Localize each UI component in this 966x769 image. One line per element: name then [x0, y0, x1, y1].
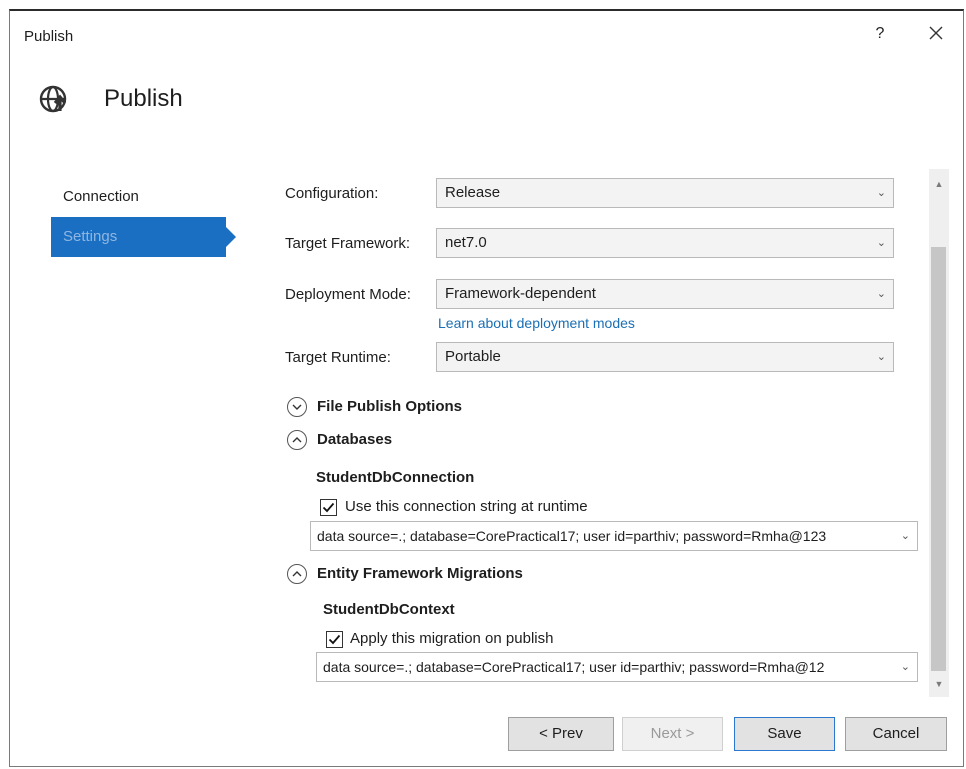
checkmark-icon — [322, 502, 335, 513]
sidebar-nav: Connection Settings — [51, 177, 236, 257]
target-runtime-select[interactable]: Portable ⌄ — [436, 342, 894, 372]
configuration-value: Release — [445, 184, 501, 201]
db-connection-string-value: data source=.; database=CorePractical17;… — [317, 528, 827, 544]
chevron-down-icon: ⌄ — [876, 351, 886, 363]
cancel-button[interactable]: Cancel — [845, 717, 947, 751]
file-publish-title[interactable]: File Publish Options — [317, 398, 462, 415]
use-connection-checkbox[interactable] — [320, 499, 337, 516]
file-publish-toggle[interactable] — [286, 396, 308, 418]
ef-connection-string-value: data source=.; database=CorePractical17;… — [323, 659, 825, 675]
chevron-down-icon: ⌄ — [900, 661, 910, 673]
chevron-down-circle-icon — [287, 397, 307, 417]
configuration-label: Configuration: — [285, 185, 379, 202]
target-framework-value: net7.0 — [445, 234, 487, 251]
title-bar: Publish ? — [10, 11, 963, 59]
db-context-name: StudentDbContext — [323, 601, 455, 618]
scroll-up-arrow-icon[interactable]: ▲ — [929, 179, 949, 189]
next-button[interactable]: Next > — [622, 717, 723, 751]
configuration-select[interactable]: Release ⌄ — [436, 178, 894, 208]
deployment-mode-value: Framework-dependent — [445, 285, 596, 302]
globe-publish-icon — [38, 81, 74, 117]
deployment-mode-select[interactable]: Framework-dependent ⌄ — [436, 279, 894, 309]
help-button[interactable]: ? — [870, 25, 890, 43]
target-framework-select[interactable]: net7.0 ⌄ — [436, 228, 894, 258]
chevron-down-icon: ⌄ — [876, 237, 886, 249]
save-button[interactable]: Save — [734, 717, 835, 751]
ef-connection-string-select[interactable]: data source=.; database=CorePractical17;… — [316, 652, 918, 682]
ef-migrations-toggle[interactable] — [286, 563, 308, 585]
ef-migrations-title[interactable]: Entity Framework Migrations — [317, 565, 523, 582]
page-title: Publish — [104, 85, 183, 112]
db-connection-string-select[interactable]: data source=.; database=CorePractical17;… — [310, 521, 918, 551]
databases-toggle[interactable] — [286, 429, 308, 451]
apply-migration-label: Apply this migration on publish — [350, 630, 554, 647]
scroll-down-arrow-icon[interactable]: ▼ — [929, 679, 949, 689]
chevron-down-icon: ⌄ — [876, 288, 886, 300]
apply-migration-checkbox[interactable] — [326, 631, 343, 648]
deployment-mode-label: Deployment Mode: — [285, 286, 411, 303]
publish-dialog: Publish ? Publish Connection Settings Co… — [9, 9, 964, 767]
close-icon — [929, 26, 943, 40]
close-button[interactable] — [924, 21, 948, 45]
target-framework-label: Target Framework: — [285, 235, 411, 252]
sidebar-item-connection[interactable]: Connection — [51, 177, 236, 217]
use-connection-label: Use this connection string at runtime — [345, 498, 588, 515]
checkmark-icon — [328, 634, 341, 645]
sidebar-item-settings[interactable]: Settings — [51, 217, 236, 257]
db-connection-name: StudentDbConnection — [316, 469, 475, 486]
chevron-down-icon: ⌄ — [900, 530, 910, 542]
window-title: Publish — [24, 28, 74, 45]
target-runtime-value: Portable — [445, 348, 501, 365]
deployment-modes-link[interactable]: Learn about deployment modes — [438, 315, 635, 331]
chevron-up-circle-icon — [287, 430, 307, 450]
chevron-down-icon: ⌄ — [876, 187, 886, 199]
chevron-up-circle-icon — [287, 564, 307, 584]
target-runtime-label: Target Runtime: — [285, 349, 391, 366]
scrollbar-thumb[interactable] — [931, 247, 946, 671]
vertical-scrollbar[interactable]: ▲ ▼ — [929, 169, 949, 697]
prev-button[interactable]: < Prev — [508, 717, 614, 751]
databases-title[interactable]: Databases — [317, 431, 392, 448]
